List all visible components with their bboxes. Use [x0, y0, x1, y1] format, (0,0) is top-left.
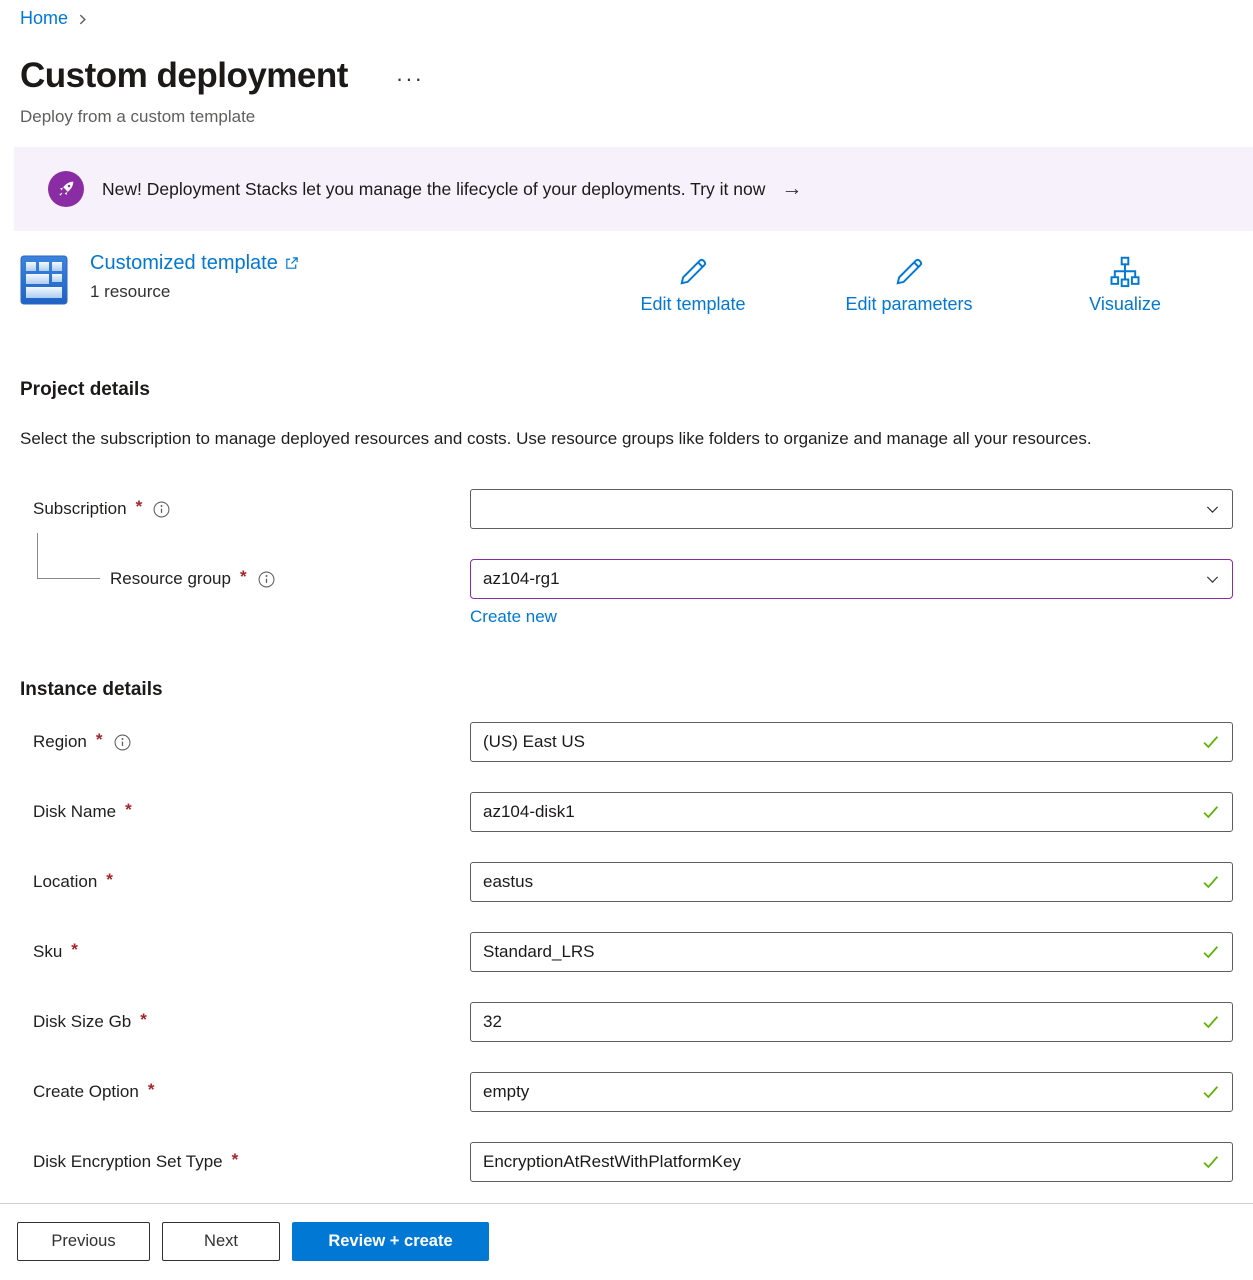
required-asterisk: * — [232, 1150, 239, 1170]
more-menu-button[interactable]: ··· — [392, 64, 428, 100]
subscription-row: Subscription * — [20, 489, 1233, 529]
customized-template-link[interactable]: Customized template — [90, 252, 299, 275]
required-asterisk: * — [96, 730, 103, 750]
deployment-stacks-banner: New! Deployment Stacks let you manage th… — [14, 147, 1253, 231]
resource-group-row: Resource group * az104-rg1 — [20, 559, 1233, 599]
banner-arrow-icon[interactable]: → — [781, 177, 802, 201]
custom-deployment-page: Home Custom deployment ··· Deploy from a… — [0, 0, 1253, 1280]
page-subtitle: Deploy from a custom template — [20, 106, 1233, 128]
edit-template-button[interactable]: Edit template — [585, 254, 801, 315]
subscription-label: Subscription — [33, 499, 127, 519]
location-row: Location * — [20, 862, 1233, 902]
create-new-link[interactable]: Create new — [470, 607, 557, 627]
disk-encryption-set-type-input[interactable] — [470, 1142, 1233, 1182]
pencil-icon — [891, 254, 927, 290]
template-actions: Edit template Edit parameters Visualize — [585, 254, 1233, 315]
required-asterisk: * — [240, 567, 247, 587]
required-asterisk: * — [148, 1080, 155, 1100]
edit-parameters-button[interactable]: Edit parameters — [801, 254, 1017, 315]
required-asterisk: * — [106, 870, 113, 890]
previous-button[interactable]: Previous — [17, 1222, 150, 1261]
required-asterisk: * — [140, 1010, 147, 1030]
resource-group-dropdown[interactable]: az104-rg1 — [470, 559, 1233, 599]
disk-size-label: Disk Size Gb — [33, 1012, 131, 1032]
sku-row: Sku * — [20, 932, 1233, 972]
disk-name-label: Disk Name — [33, 802, 116, 822]
banner-text: New! Deployment Stacks let you manage th… — [102, 179, 765, 200]
org-chart-icon — [1107, 254, 1143, 290]
instance-details-heading: Instance details — [20, 677, 1233, 703]
location-label: Location — [33, 872, 97, 892]
template-icon — [20, 254, 68, 306]
resource-count: 1 resource — [90, 282, 299, 302]
create-option-label: Create Option — [33, 1082, 139, 1102]
create-option-row: Create Option * — [20, 1072, 1233, 1112]
visualize-button[interactable]: Visualize — [1017, 254, 1233, 315]
edit-template-label: Edit template — [640, 294, 745, 315]
customized-template-label: Customized template — [90, 252, 278, 275]
disk-encryption-set-type-row: Disk Encryption Set Type * — [20, 1142, 1233, 1182]
edit-parameters-label: Edit parameters — [845, 294, 972, 315]
disk-name-row: Disk Name * — [20, 792, 1233, 832]
info-icon[interactable] — [114, 734, 131, 751]
breadcrumb: Home — [20, 8, 1233, 29]
external-link-icon — [284, 256, 299, 271]
create-option-input[interactable] — [470, 1072, 1233, 1112]
required-asterisk: * — [136, 497, 143, 517]
page-title: Custom deployment — [20, 52, 348, 100]
region-row: Region * — [20, 722, 1233, 762]
review-create-button[interactable]: Review + create — [292, 1222, 489, 1261]
info-icon[interactable] — [153, 501, 170, 518]
rocket-icon — [48, 171, 84, 207]
breadcrumb-home-link[interactable]: Home — [20, 8, 68, 29]
project-details-heading: Project details — [20, 377, 1233, 403]
required-asterisk: * — [71, 940, 78, 960]
next-button[interactable]: Next — [162, 1222, 280, 1261]
sku-label: Sku — [33, 942, 62, 962]
region-input[interactable] — [470, 722, 1233, 762]
disk-size-row: Disk Size Gb * — [20, 1002, 1233, 1042]
project-details-description: Select the subscription to manage deploy… — [20, 423, 1170, 454]
chevron-right-icon — [76, 13, 89, 26]
region-label: Region — [33, 732, 87, 752]
sku-input[interactable] — [470, 932, 1233, 972]
required-asterisk: * — [125, 800, 132, 820]
location-input[interactable] — [470, 862, 1233, 902]
disk-size-input[interactable] — [470, 1002, 1233, 1042]
disk-name-input[interactable] — [470, 792, 1233, 832]
wizard-footer: Previous Next Review + create — [0, 1203, 1253, 1280]
template-summary: Customized template 1 resource Edit temp… — [20, 252, 1233, 314]
resource-group-label: Resource group — [110, 569, 231, 589]
resource-group-value: az104-rg1 — [483, 569, 560, 589]
visualize-label: Visualize — [1089, 294, 1161, 315]
pencil-icon — [675, 254, 711, 290]
subscription-resource-connector — [37, 533, 100, 579]
subscription-dropdown[interactable] — [470, 489, 1233, 529]
disk-encryption-set-type-label: Disk Encryption Set Type — [33, 1152, 223, 1172]
info-icon[interactable] — [258, 571, 275, 588]
